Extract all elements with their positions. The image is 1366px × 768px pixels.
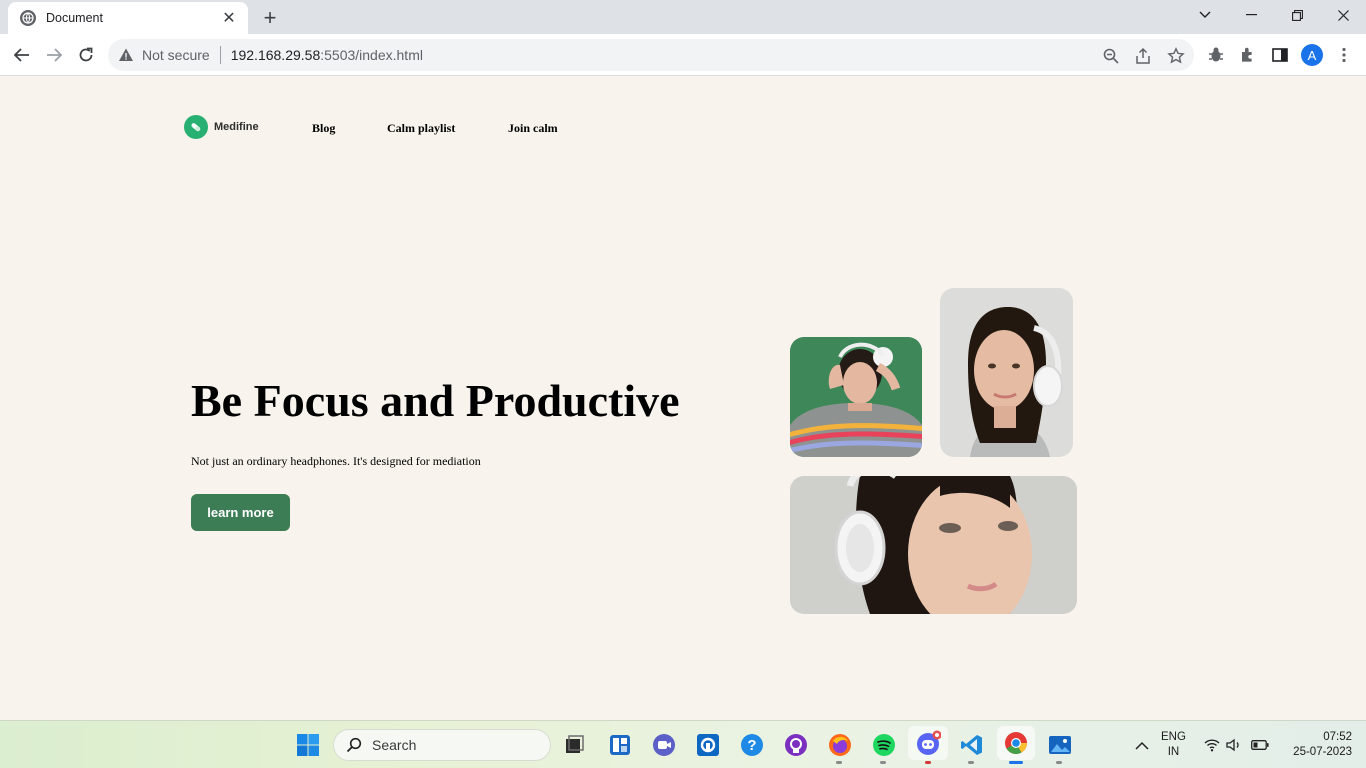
share-icon[interactable] xyxy=(1134,47,1152,65)
app-icon[interactable] xyxy=(694,731,722,759)
wifi-icon[interactable] xyxy=(1202,731,1222,759)
bug-extension-icon[interactable] xyxy=(1207,46,1225,64)
svg-text:?: ? xyxy=(747,737,756,754)
address-bar[interactable]: Not secure 192.168.29.58 :5503/index.htm… xyxy=(108,39,1194,71)
clock-date: 25-07-2023 xyxy=(1293,746,1352,758)
photo-woman-portrait xyxy=(940,288,1073,457)
kebab-menu-icon[interactable] xyxy=(1335,46,1353,64)
windows-taskbar: Search ? ENG IN 07:52 25-07-2023 xyxy=(0,720,1366,768)
url-path: :5503/index.html xyxy=(320,47,423,63)
restore-icon[interactable] xyxy=(1274,0,1320,30)
clock[interactable]: 07:52 25-07-2023 xyxy=(1282,730,1352,760)
web-page: Medifine Blog Calm playlist Join calm Be… xyxy=(0,77,1366,720)
side-panel-icon[interactable] xyxy=(1271,46,1289,64)
extensions-icon[interactable] xyxy=(1239,46,1257,64)
reload-icon[interactable] xyxy=(74,43,98,67)
security-label[interactable]: Not secure xyxy=(142,47,210,63)
site-logo[interactable]: Medifine xyxy=(184,115,259,139)
tab-search-icon[interactable] xyxy=(1182,0,1228,30)
new-tab-icon[interactable]: + xyxy=(258,5,282,30)
url-host: 192.168.29.58 xyxy=(230,47,321,63)
photo-woman-closeup xyxy=(790,476,1077,614)
widgets-icon[interactable] xyxy=(606,731,634,759)
zoom-icon[interactable] xyxy=(1102,47,1120,65)
firefox-icon[interactable] xyxy=(826,731,854,759)
teams-icon[interactable] xyxy=(650,731,678,759)
taskbar-search[interactable]: Search xyxy=(333,729,551,761)
active-indicator xyxy=(1009,761,1023,764)
photo-woman-green-background xyxy=(790,337,922,457)
nav-link-join-calm[interactable]: Join calm xyxy=(508,121,558,136)
profile-avatar[interactable]: A xyxy=(1301,44,1323,66)
volume-icon[interactable] xyxy=(1224,731,1244,759)
search-placeholder: Search xyxy=(372,737,417,753)
lang-region: IN xyxy=(1167,746,1180,758)
photos-icon[interactable] xyxy=(1046,731,1074,759)
divider xyxy=(219,46,221,64)
nav-link-blog[interactable]: Blog xyxy=(312,121,335,136)
warning-icon xyxy=(119,48,133,61)
running-indicator xyxy=(1056,761,1062,764)
running-indicator xyxy=(925,761,931,764)
browser-toolbar: Not secure 192.168.29.58 :5503/index.htm… xyxy=(0,34,1366,76)
minimize-icon[interactable] xyxy=(1228,0,1274,30)
close-window-icon[interactable] xyxy=(1320,0,1366,30)
pill-icon xyxy=(184,115,208,139)
bookmark-star-icon[interactable] xyxy=(1167,47,1185,65)
start-icon[interactable] xyxy=(294,731,322,759)
hero-subtitle: Not just an ordinary headphones. It's de… xyxy=(191,454,481,468)
search-icon xyxy=(346,737,362,753)
hero-title: Be Focus and Productive xyxy=(191,375,680,426)
spotify-icon[interactable] xyxy=(870,731,898,759)
tab-title: Document xyxy=(46,11,103,25)
task-view-icon[interactable] xyxy=(560,731,588,759)
browser-tab[interactable]: Document ✕ xyxy=(8,2,248,34)
tab-close-icon[interactable]: ✕ xyxy=(220,9,238,27)
chrome-icon[interactable] xyxy=(997,726,1035,760)
logo-text: Medifine xyxy=(214,121,259,133)
battery-icon[interactable] xyxy=(1248,731,1272,759)
github-icon[interactable] xyxy=(782,731,810,759)
globe-icon xyxy=(20,10,36,26)
language-indicator[interactable]: ENG IN xyxy=(1161,730,1186,760)
lang-code: ENG xyxy=(1161,731,1186,743)
forward-icon[interactable] xyxy=(42,43,66,67)
clock-time: 07:52 xyxy=(1323,731,1352,743)
chevron-up-icon[interactable] xyxy=(1128,731,1156,759)
learn-more-button[interactable]: learn more xyxy=(191,494,290,531)
nav-link-calm-playlist[interactable]: Calm playlist xyxy=(387,121,455,136)
running-indicator xyxy=(880,761,886,764)
tab-strip: Document ✕ + xyxy=(0,0,1366,34)
back-icon[interactable] xyxy=(10,43,34,67)
discord-icon[interactable] xyxy=(908,726,948,760)
running-indicator xyxy=(968,761,974,764)
running-indicator xyxy=(836,761,842,764)
vscode-icon[interactable] xyxy=(958,731,986,759)
help-icon[interactable]: ? xyxy=(738,731,766,759)
